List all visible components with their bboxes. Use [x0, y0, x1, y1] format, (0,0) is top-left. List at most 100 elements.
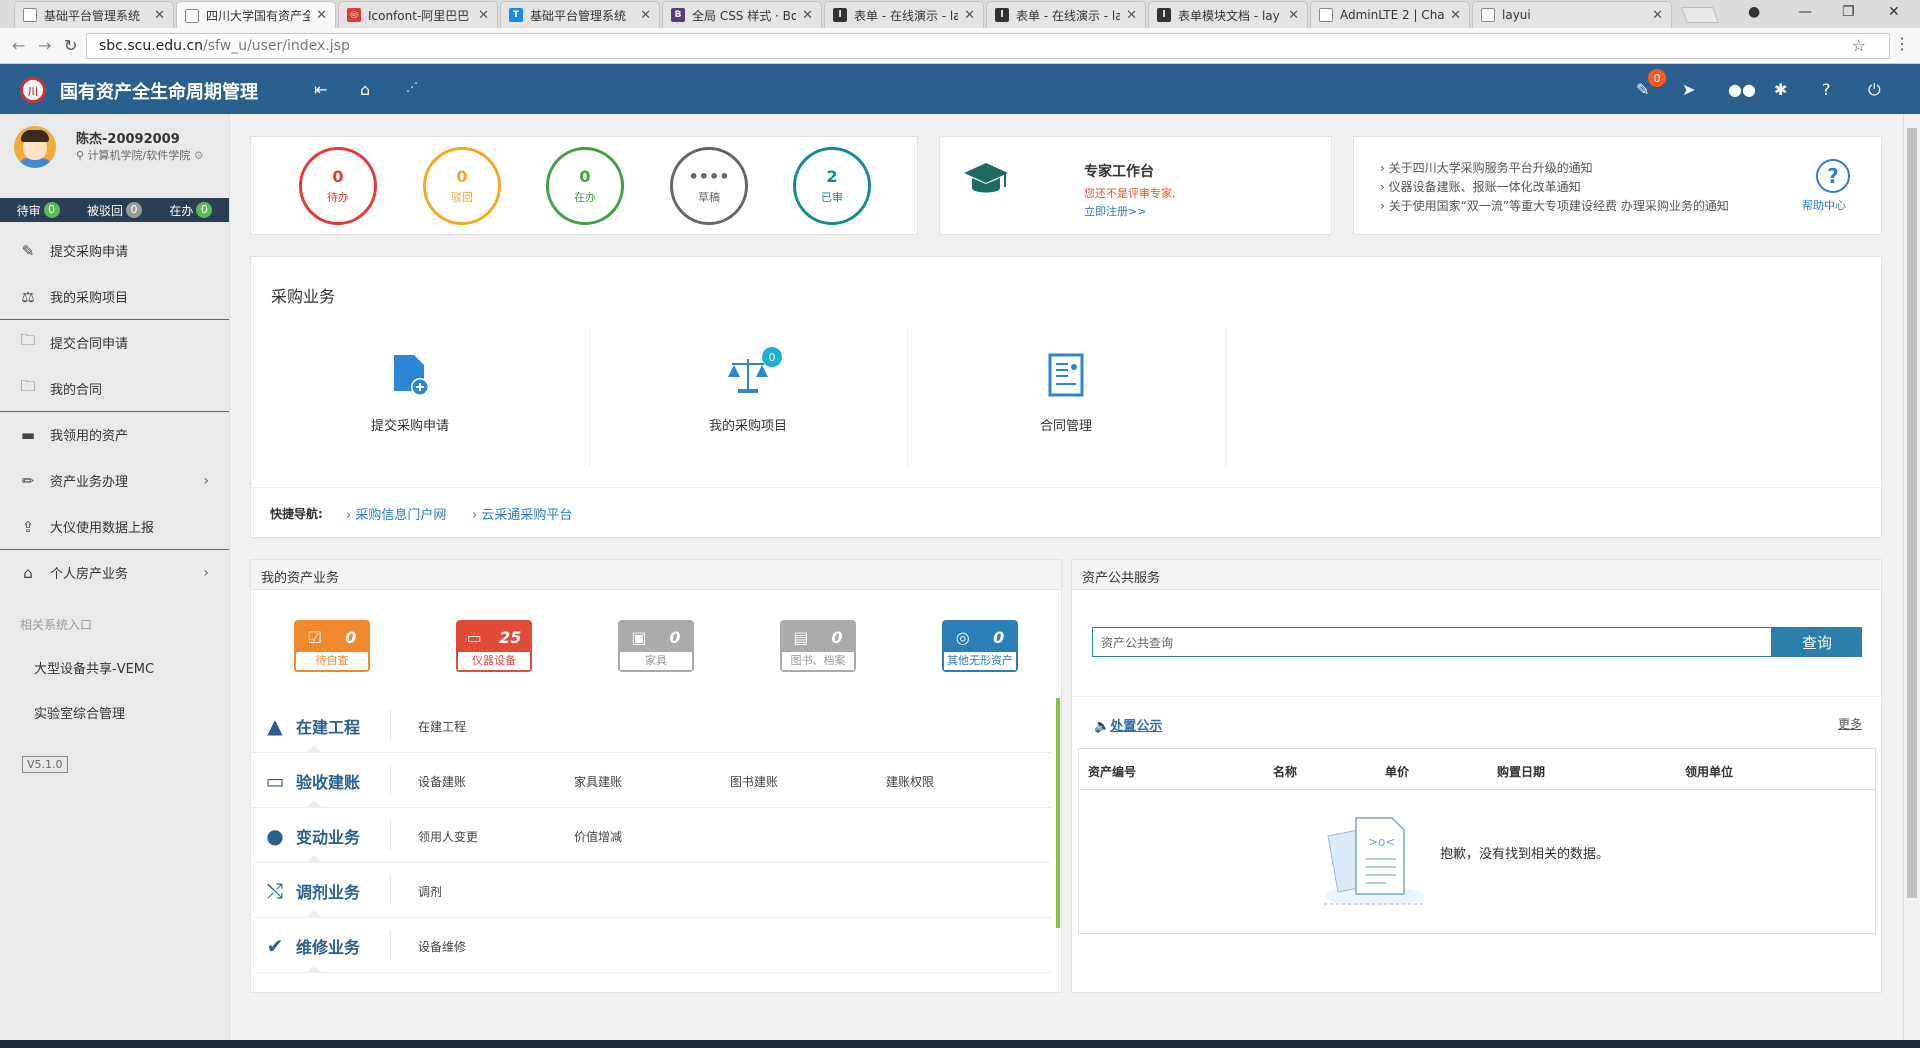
notice-link[interactable]: › 仪器设备建账、报账一体化改革通知: [1380, 178, 1581, 195]
notice-link[interactable]: › 关于使用国家“双一流”等重大专项建设经费 办理采购业务的通知: [1380, 197, 1729, 214]
forward-icon[interactable]: →: [38, 36, 51, 55]
notification-edit-icon[interactable]: ✎: [1636, 80, 1649, 99]
search-button[interactable]: 查询: [1772, 627, 1862, 657]
profile-icon[interactable]: ●: [1748, 4, 1760, 20]
related-link-vemc[interactable]: 大型设备共享-VEMC: [34, 658, 154, 677]
sidebar-item-asset-business[interactable]: ✏ 资产业务办理 ›: [0, 458, 229, 503]
home-icon[interactable]: ⌂: [360, 80, 370, 99]
browser-tab[interactable]: T 基础平台管理系统 ✕: [500, 1, 660, 28]
stat-in-progress[interactable]: 在办 0: [153, 198, 229, 222]
page-scrollbar[interactable]: [1903, 114, 1920, 1040]
settings-icon[interactable]: ⚙: [194, 149, 204, 162]
browser-tab-active[interactable]: 四川大学国有资产全 ✕: [176, 1, 336, 29]
help-circle-icon[interactable]: ?: [1816, 159, 1850, 193]
close-icon[interactable]: ✕: [640, 8, 651, 23]
close-icon[interactable]: ✕: [964, 8, 975, 23]
circle-in-progress[interactable]: 0 在办: [546, 147, 624, 225]
avatar[interactable]: [14, 126, 56, 168]
signal-icon[interactable]: ⋰: [406, 80, 418, 94]
bug-icon[interactable]: ✱: [1774, 80, 1787, 99]
file-add-icon: [394, 355, 429, 396]
sidebar-item-housing[interactable]: ⌂ 个人房产业务 ›: [0, 550, 229, 595]
collapse-sidebar-icon[interactable]: ⇤: [314, 80, 327, 99]
road-icon: ▲: [267, 714, 283, 738]
stat-pending[interactable]: 待审 0: [0, 198, 76, 222]
laptop-icon: ▬: [20, 425, 36, 444]
version-label: V5.1.0: [22, 756, 68, 773]
wechat-icon[interactable]: ●●: [1728, 80, 1756, 99]
asset-btn-instruments[interactable]: ▭ 25 仪器设备: [456, 620, 532, 672]
close-icon[interactable]: ✕: [1450, 8, 1461, 23]
circle-draft[interactable]: •••• 草稿: [670, 147, 748, 225]
power-icon[interactable]: ⏻: [1868, 80, 1881, 100]
browser-tab[interactable]: ◎ Iconfont-阿里巴巴 ✕: [338, 1, 498, 28]
browser-tab[interactable]: AdminLTE 2 | Char ✕: [1310, 1, 1470, 28]
contract-icon: [1048, 353, 1084, 397]
browser-tab[interactable]: l 表单 - 在线演示 - la ✕: [824, 1, 984, 28]
close-icon[interactable]: ✕: [1652, 8, 1663, 23]
biz-my-purchase[interactable]: 0 我的采购项目: [589, 327, 907, 467]
asset-search-input[interactable]: 资产公共查询: [1092, 627, 1772, 657]
browser-menu-icon[interactable]: ⋮: [1894, 34, 1910, 53]
close-icon[interactable]: ✕: [154, 8, 165, 23]
maximize-icon[interactable]: ❐: [1842, 4, 1855, 20]
university-logo: 川: [20, 77, 46, 103]
stat-rejected[interactable]: 被驳回 0: [76, 198, 152, 222]
quick-link-procurement-portal[interactable]: › 采购信息门户网: [346, 504, 446, 523]
asset-btn-furniture[interactable]: ▣ 0 家具: [618, 620, 694, 672]
circle-approved[interactable]: 2 已审: [793, 147, 871, 225]
browser-tab[interactable]: layui ✕: [1472, 1, 1672, 28]
edit-icon: ✎: [21, 241, 35, 260]
scrollbar[interactable]: [1056, 698, 1060, 928]
asset-btn-intangible[interactable]: ◎ 0 其他无形资产: [942, 620, 1018, 672]
card-header: [1072, 560, 1881, 590]
disposal-link[interactable]: 🔈处置公示: [1094, 715, 1162, 734]
browser-tab[interactable]: B 全局 CSS 样式 · Bo ✕: [662, 1, 822, 28]
circle-rejected[interactable]: 0 驳回: [423, 147, 501, 225]
sidebar-item-submit-contract[interactable]: 🗀 提交合同申请: [0, 320, 229, 365]
expert-register-link[interactable]: 立即注册>>: [1084, 203, 1146, 219]
expert-card: 专家工作台 您还不是评审专家, 立即注册>>: [939, 136, 1332, 235]
scale-icon: ⚖: [21, 287, 35, 306]
minimize-icon[interactable]: —: [1798, 4, 1812, 20]
quick-link-cloud-platform[interactable]: › 云采通采购平台: [472, 504, 572, 523]
new-tab-button[interactable]: [1681, 7, 1719, 23]
notice-link[interactable]: › 关于四川大学采购服务平台升级的通知: [1380, 159, 1593, 176]
desktop-icon: ▭: [265, 769, 285, 793]
help-center-label[interactable]: 帮助中心: [1802, 197, 1846, 213]
close-icon[interactable]: ✕: [1126, 8, 1137, 23]
circle-todo[interactable]: 0 待办: [299, 147, 377, 225]
browser-tab[interactable]: 基础平台管理系统 ✕: [14, 1, 174, 28]
sidebar-item-submit-purchase[interactable]: ✎ 提交采购申请: [0, 228, 229, 273]
browser-tab[interactable]: l 表单 - 在线演示 - la ✕: [986, 1, 1146, 28]
bookmark-star-icon[interactable]: ☆: [1852, 36, 1866, 55]
asset-btn-books[interactable]: ▤ 0 图书、档案: [780, 620, 856, 672]
sidebar-item-instrument-report[interactable]: ⇪ 大仪使用数据上报: [0, 504, 229, 549]
close-icon[interactable]: ✕: [802, 8, 813, 23]
sidebar-item-my-contract[interactable]: 🗀 我的合同: [0, 366, 229, 411]
graduation-cap-icon: [964, 163, 1008, 193]
more-link[interactable]: 更多: [1838, 715, 1862, 732]
close-icon[interactable]: ✕: [478, 8, 489, 23]
back-icon[interactable]: ←: [12, 36, 25, 55]
sidebar-item-my-assets[interactable]: ▬ 我领用的资产: [0, 412, 229, 457]
sidebar-item-my-purchase[interactable]: ⚖ 我的采购项目: [0, 274, 229, 319]
page-icon: [185, 8, 199, 23]
card-header: [251, 560, 1061, 590]
close-icon[interactable]: ✕: [1288, 8, 1299, 23]
chevron-right-icon: ›: [203, 564, 209, 581]
close-icon[interactable]: ✕: [316, 8, 327, 23]
scrollbar-thumb[interactable]: [1907, 128, 1917, 898]
related-link-lab[interactable]: 实验室综合管理: [34, 703, 125, 722]
window-close-icon[interactable]: ✕: [1888, 4, 1900, 20]
send-icon[interactable]: ➤: [1682, 80, 1695, 99]
help-icon[interactable]: ?: [1822, 80, 1831, 99]
browser-tab[interactable]: l 表单模块文档 - lay ✕: [1148, 1, 1308, 28]
asset-btn-self-check[interactable]: ☑ 0 待自查: [294, 620, 370, 672]
biz-submit-purchase[interactable]: 提交采购申请: [251, 327, 569, 467]
biz-contract-management[interactable]: 合同管理: [907, 327, 1225, 467]
url-input[interactable]: sbc.scu.edu.cn/sfw_u/user/index.jsp: [86, 33, 1890, 59]
t-icon: T: [509, 8, 523, 22]
layui-icon: l: [995, 8, 1009, 22]
reload-icon[interactable]: ↻: [64, 36, 77, 55]
